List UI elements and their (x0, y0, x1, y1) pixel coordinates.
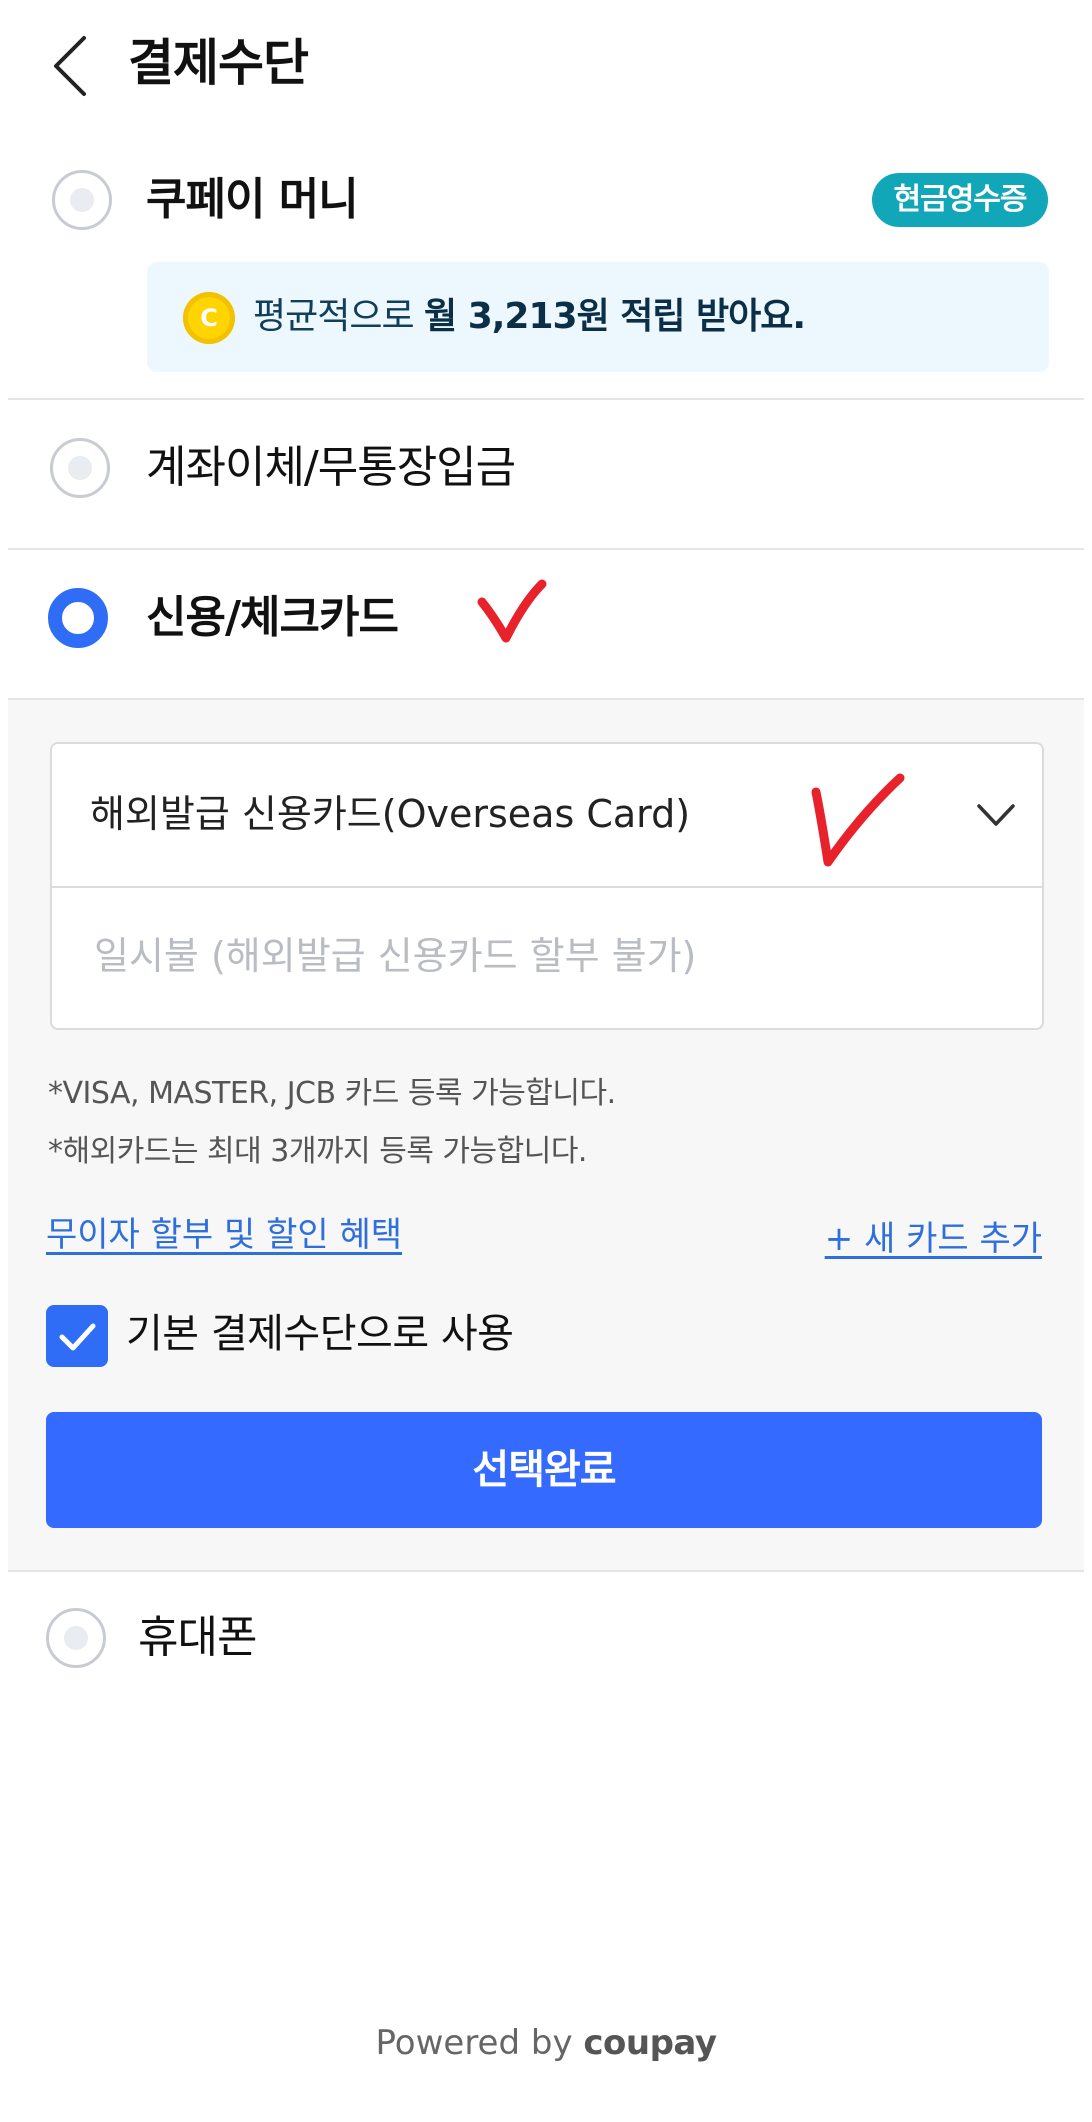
add-card-link[interactable]: + 새 카드 추가 (825, 1214, 1042, 1264)
radio-mobile[interactable] (46, 1608, 106, 1668)
installment-value: 일시불 (해외발급 신용카드 할부 불가) (94, 934, 697, 978)
divider (8, 548, 1084, 550)
card-type-value: 해외발급 신용카드(Overseas Card) (90, 792, 691, 836)
radio-coupay-money[interactable] (52, 170, 112, 230)
radio-bank-transfer[interactable] (50, 438, 110, 498)
installment-dropdown[interactable]: 일시불 (해외발급 신용카드 할부 불가) (52, 888, 1042, 1028)
coin-icon: C (183, 292, 235, 344)
radio-credit-card[interactable] (48, 588, 108, 648)
reward-amount: 월 3,213원 적립 받아요. (424, 296, 806, 337)
option-label-coupay-money[interactable]: 쿠페이 머니 (146, 170, 359, 230)
option-label-credit-card[interactable]: 신용/체크카드 (146, 588, 399, 648)
default-payment-label[interactable]: 기본 결제수단으로 사용 (126, 1304, 514, 1364)
powered-by-footer: Powered by coupay (0, 2018, 1092, 2068)
reward-banner: C 평균적으로 월 3,213원 적립 받아요. (147, 262, 1049, 372)
installment-benefits-link[interactable]: 무이자 할부 및 할인 혜택 (46, 1210, 402, 1260)
checkmark-icon (59, 1323, 96, 1351)
card-note-limit: *해외카드는 최대 3개까지 등록 가능합니다. (48, 1134, 587, 1169)
option-label-mobile[interactable]: 휴대폰 (138, 1608, 257, 1668)
page-title: 결제수단 (128, 34, 309, 92)
card-note-brands: *VISA, MASTER, JCB 카드 등록 가능합니다. (48, 1076, 616, 1111)
confirm-selection-button[interactable]: 선택완료 (46, 1412, 1042, 1528)
cash-receipt-badge: 현금영수증 (872, 173, 1048, 227)
coupay-logo: coupay (583, 2023, 717, 2063)
divider (8, 398, 1084, 400)
default-payment-checkbox[interactable] (46, 1305, 108, 1367)
reward-prefix: 평균적으로 (253, 296, 425, 337)
powered-by-text: Powered by (375, 2023, 573, 2063)
annotation-checkmark-icon (811, 773, 905, 867)
reward-text: 평균적으로 월 3,213원 적립 받아요. (253, 290, 806, 344)
annotation-checkmark-icon (477, 579, 547, 643)
chevron-down-icon (977, 804, 1015, 826)
back-arrow-icon[interactable] (48, 34, 98, 98)
option-label-bank-transfer[interactable]: 계좌이체/무통장입금 (146, 438, 516, 498)
